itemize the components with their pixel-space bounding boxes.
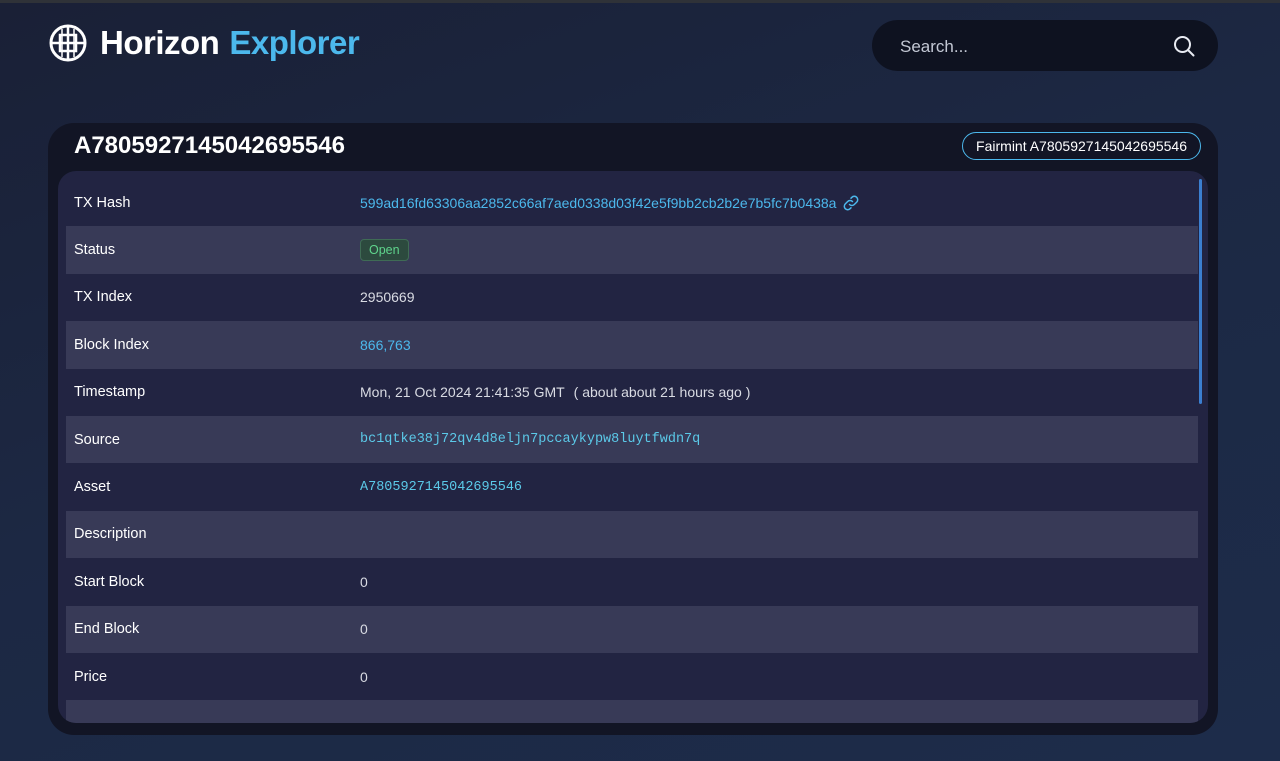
price-label: Price (74, 668, 108, 685)
page-title: A7805927145042695546 (74, 132, 345, 159)
row-start-block: Start Block 0 (66, 558, 1198, 605)
row-tx-index: TX Index 2950669 (66, 274, 1198, 321)
details-scrollbar[interactable] (1199, 179, 1202, 719)
window-top-edge (0, 0, 1280, 3)
row-next-partial (66, 700, 1198, 723)
brand-name: Horizon Explorer (100, 24, 360, 62)
search-icon[interactable] (1172, 34, 1196, 58)
row-block-index: Block Index 866,763 (66, 321, 1198, 369)
start-block-label: Start Block (74, 573, 145, 590)
description-label: Description (74, 526, 147, 543)
scrollbar-thumb[interactable] (1199, 179, 1202, 404)
row-description: Description (66, 510, 1198, 559)
timestamp-relative: ( about about 21 hours ago ) (573, 384, 751, 401)
row-timestamp: Timestamp Mon, 21 Oct 2024 21:41:35 GMT … (66, 369, 1198, 416)
timestamp-label: Timestamp (74, 384, 146, 401)
status-badge: Open (360, 239, 409, 262)
block-index-link[interactable]: 866,763 (360, 337, 411, 353)
row-source: Source bc1qtke38j72qv4d8eljn7pccaykypw8l… (66, 415, 1198, 464)
brand-word-explorer: Explorer (229, 24, 360, 61)
search-input[interactable] (898, 32, 1162, 61)
source-label: Source (74, 431, 120, 448)
row-asset: Asset A7805927145042695546 (66, 463, 1198, 510)
link-icon[interactable] (842, 194, 860, 212)
block-index-label: Block Index (74, 336, 149, 353)
tx-index-value: 2950669 (360, 289, 415, 306)
row-tx-hash: TX Hash 599ad16fd63306aa2852c66af7aed033… (66, 179, 1198, 226)
timestamp-value: Mon, 21 Oct 2024 21:41:35 GMT (360, 384, 565, 401)
search-bar (872, 20, 1218, 71)
start-block-value: 0 (360, 573, 368, 590)
tx-hash-link[interactable]: 599ad16fd63306aa2852c66af7aed0338d03f42e… (360, 195, 836, 211)
price-value: 0 (360, 668, 368, 685)
brand-logo[interactable]: Horizon Explorer (48, 22, 360, 64)
source-address-link[interactable]: bc1qtke38j72qv4d8eljn7pccaykypw8luytfwdn… (360, 432, 700, 447)
tx-hash-label: TX Hash (74, 194, 131, 211)
details-table: TX Hash 599ad16fd63306aa2852c66af7aed033… (66, 179, 1198, 723)
status-label: Status (74, 242, 116, 259)
row-price: Price 0 (66, 653, 1198, 700)
details-panel: TX Hash 599ad16fd63306aa2852c66af7aed033… (58, 171, 1208, 723)
row-status: Status Open (66, 226, 1198, 274)
end-block-value: 0 (360, 621, 368, 638)
tx-index-label: TX Index (74, 289, 133, 306)
brand-word-horizon: Horizon (100, 24, 220, 61)
asset-label: Asset (74, 479, 111, 496)
asset-detail-card: A7805927145042695546 Fairmint A780592714… (48, 123, 1218, 735)
row-end-block: End Block 0 (66, 605, 1198, 653)
horizon-logo-icon (49, 24, 87, 62)
fairmint-button[interactable]: Fairmint A7805927145042695546 (962, 132, 1201, 160)
asset-link[interactable]: A7805927145042695546 (360, 480, 522, 495)
end-block-label: End Block (74, 621, 140, 638)
